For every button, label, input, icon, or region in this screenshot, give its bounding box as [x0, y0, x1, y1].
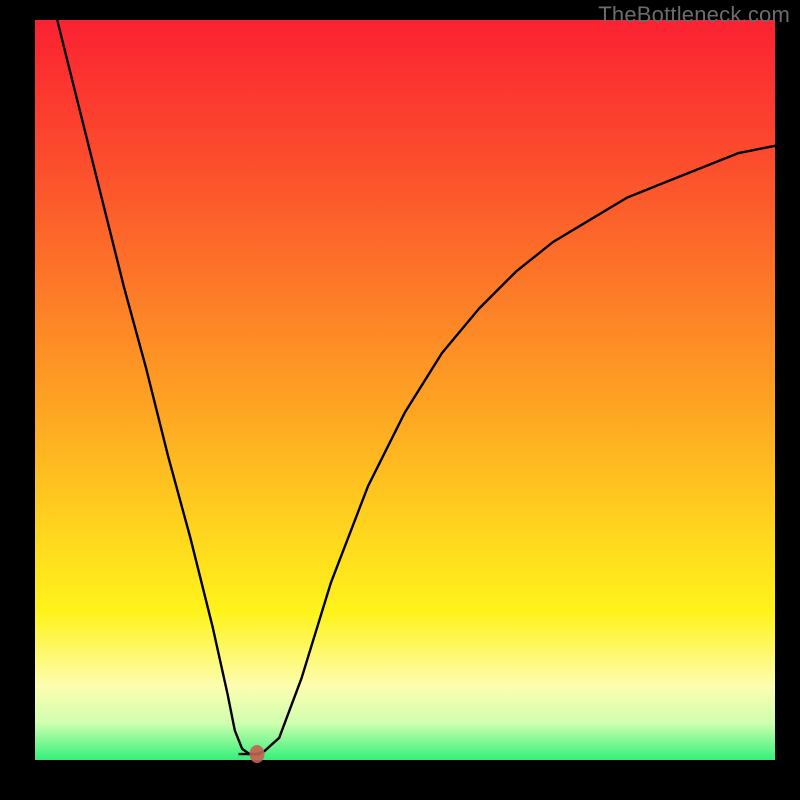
minimum-marker — [250, 745, 265, 763]
bottleneck-curve — [57, 20, 775, 754]
chart-frame: TheBottleneck.com — [0, 0, 800, 800]
curve-overlay — [35, 20, 775, 760]
watermark-text: TheBottleneck.com — [598, 2, 790, 28]
